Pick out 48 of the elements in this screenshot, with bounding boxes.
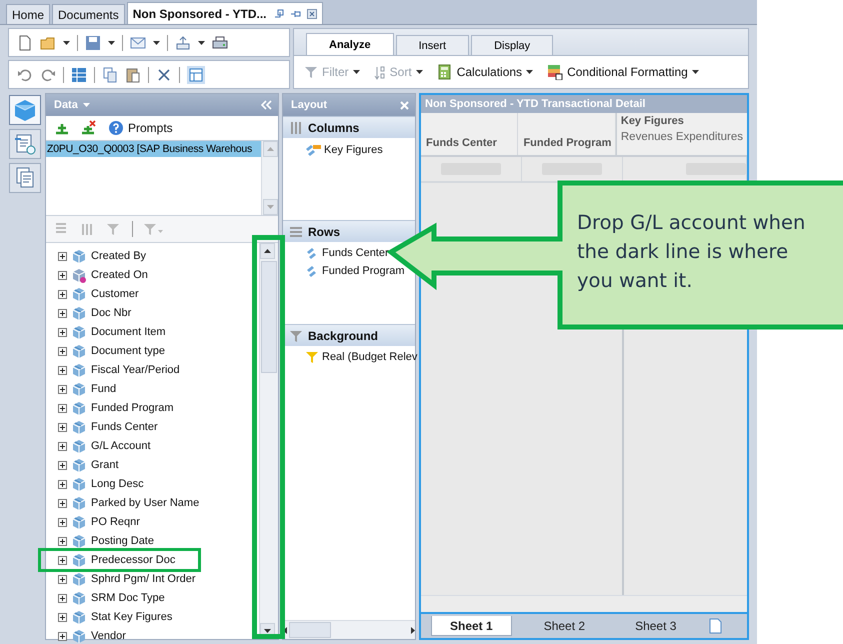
sheet-tab[interactable]: Sheet 3 xyxy=(617,616,694,636)
tree-item[interactable]: Grant xyxy=(58,458,119,472)
tree-item[interactable]: Predecessor Doc xyxy=(58,553,176,567)
prompts-button[interactable]: Prompts xyxy=(106,118,175,138)
sheet-tab[interactable]: Sheet 1 xyxy=(431,616,512,636)
callout-text: Drop G/L account when the dark line is where you want it. xyxy=(577,210,806,294)
column-header[interactable]: Funded Program xyxy=(518,113,616,155)
tree-item[interactable]: Fiscal Year/Period xyxy=(58,363,180,377)
tree-item[interactable]: Funds Center xyxy=(58,420,158,434)
tree-item[interactable]: Fund xyxy=(58,382,116,396)
tree-item[interactable]: Vendor xyxy=(58,629,126,643)
tree-item[interactable]: Long Desc xyxy=(58,477,144,491)
tree-item[interactable]: Posting Date xyxy=(58,534,154,548)
tree-item[interactable]: Document Item xyxy=(58,325,166,339)
sheet-tab[interactable]: Sheet 2 xyxy=(526,616,604,636)
measure-header: Revenues Expenditures xyxy=(620,131,743,143)
tree-item[interactable]: PO Reqnr xyxy=(58,515,140,529)
layout-item[interactable]: Funds Center xyxy=(305,246,389,260)
tree-item[interactable]: Sphrd Pgm/ Int Order xyxy=(58,572,196,586)
document-tab[interactable]: Home xyxy=(6,4,50,24)
panel-title: Layout xyxy=(291,99,328,111)
tree-item[interactable]: Created On xyxy=(58,268,148,282)
ribbon-tab[interactable]: Analyze xyxy=(306,33,394,55)
section-title: Rows xyxy=(308,224,340,238)
section-title: Columns xyxy=(308,120,360,134)
column-header[interactable]: Key Figures xyxy=(620,115,743,127)
document-tab[interactable]: Non Sponsored - YTD... xyxy=(126,2,322,24)
column-header[interactable]: Funds Center xyxy=(421,113,518,155)
layout-item[interactable]: Key Figures xyxy=(305,142,383,158)
tree-item[interactable]: Funded Program xyxy=(58,401,174,415)
tree-item[interactable]: Created By xyxy=(58,249,146,263)
toolbar-button[interactable]: Calculations xyxy=(434,62,536,82)
data-source-item[interactable]: Z0PU_O30_Q0003 [SAP Business Warehous xyxy=(46,141,261,157)
tree-item[interactable]: Stat Key Figures xyxy=(58,610,172,624)
ribbon-tab[interactable]: Display xyxy=(471,35,554,55)
tree-item[interactable]: Customer xyxy=(58,287,139,301)
layout-item[interactable]: Real (Budget Relev xyxy=(305,350,418,364)
ribbon-tab[interactable]: Insert xyxy=(396,35,470,55)
tree-item[interactable]: SRM Doc Type xyxy=(58,591,165,605)
document-tab[interactable]: Documents xyxy=(52,4,125,24)
tree-item[interactable]: Parked by User Name xyxy=(58,496,200,510)
section-title: Background xyxy=(308,328,378,342)
tree-item[interactable]: Document type xyxy=(58,344,165,358)
crosstab-title: Non Sponsored - YTD Transactional Detail xyxy=(421,95,747,113)
toolbar-button[interactable]: Conditional Formatting xyxy=(545,62,701,82)
tree-item[interactable]: G/L Account xyxy=(58,439,151,453)
layout-item[interactable]: Funded Program xyxy=(305,264,405,278)
tree-item[interactable]: Doc Nbr xyxy=(58,306,132,320)
